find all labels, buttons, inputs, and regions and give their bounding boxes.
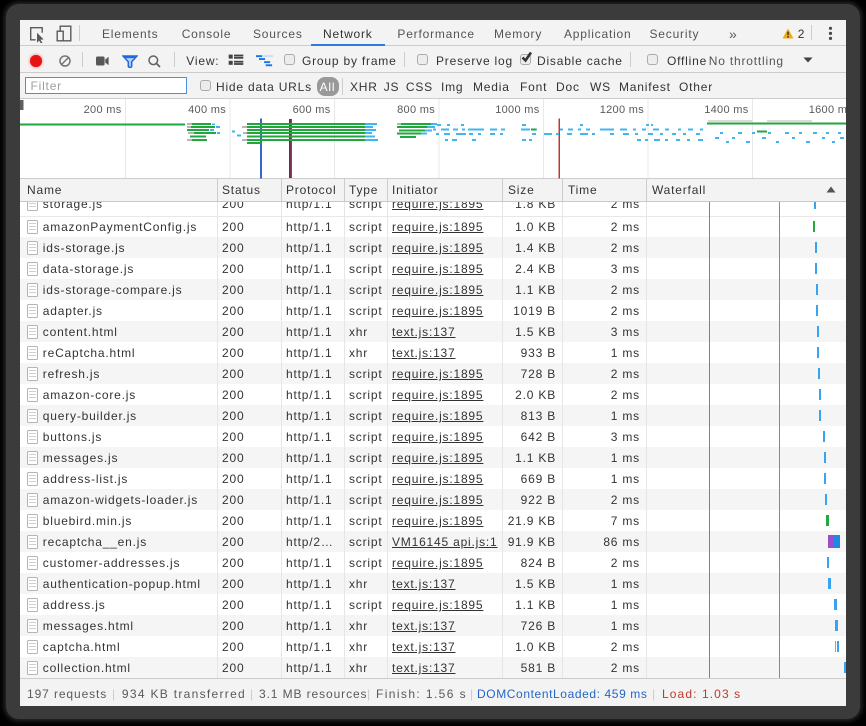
- svg-text:800 ms: 800 ms: [397, 104, 435, 116]
- svg-text:1600 ms: 1600 ms: [809, 104, 846, 116]
- svg-text:1000 ms: 1000 ms: [495, 104, 539, 116]
- svg-text:1200 ms: 1200 ms: [600, 104, 644, 116]
- svg-text:1400 ms: 1400 ms: [704, 104, 748, 116]
- svg-text:200 ms: 200 ms: [84, 104, 122, 116]
- svg-text:400 ms: 400 ms: [188, 104, 226, 116]
- svg-text:600 ms: 600 ms: [293, 104, 331, 116]
